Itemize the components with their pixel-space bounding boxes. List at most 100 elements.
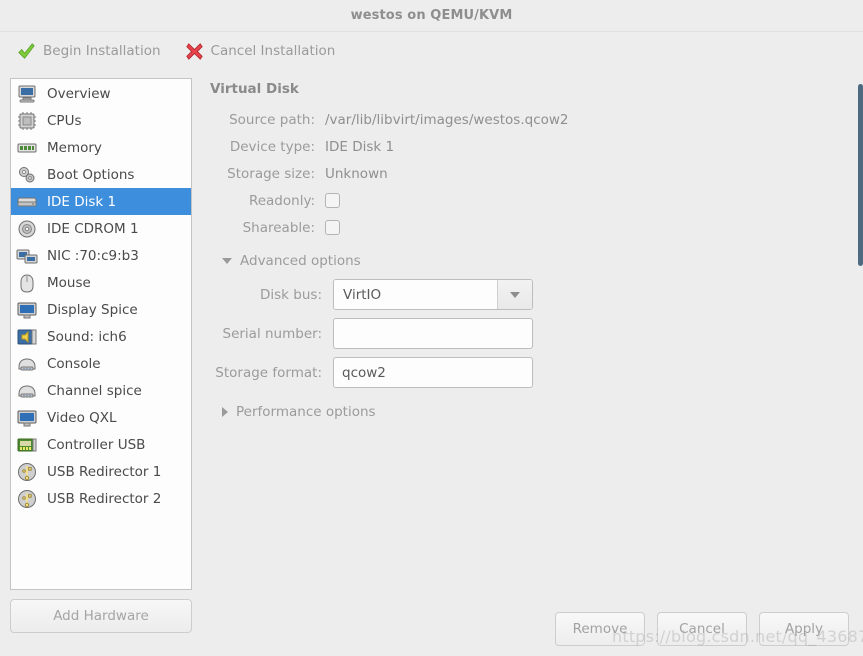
- usb-icon: [18, 489, 36, 508]
- remove-button[interactable]: Remove: [555, 612, 645, 646]
- source-path-value: /var/lib/libvirt/images/westos.qcow2: [325, 111, 569, 128]
- performance-options-expander[interactable]: Performance options: [222, 404, 851, 420]
- storage-size-label: Storage size:: [227, 165, 315, 182]
- sidebar-item-label: NIC :70:c9:b3: [47, 247, 139, 264]
- vertical-scrollbar[interactable]: [858, 84, 863, 488]
- field-row-shareable: Shareable:: [210, 218, 851, 237]
- sound-card-icon: [17, 329, 37, 344]
- cdrom-disc-icon: [18, 220, 36, 237]
- sidebar-item-usb-redirector-2[interactable]: USB Redirector 2: [11, 485, 191, 512]
- sidebar-item-sound-ich6[interactable]: Sound: ich6: [11, 323, 191, 350]
- dialog-buttons: Remove Cancel Apply: [555, 612, 849, 646]
- console-icon: [18, 357, 36, 370]
- sidebar-item-boot-options[interactable]: Boot Options: [11, 161, 191, 188]
- shareable-label: Shareable:: [242, 219, 315, 236]
- performance-options-label: Performance options: [236, 404, 376, 420]
- adv-row-serial-number: Serial number:: [210, 318, 851, 349]
- channel-icon: [18, 384, 36, 397]
- scrollbar-thumb[interactable]: [858, 84, 863, 266]
- disk-bus-value: VirtIO: [334, 280, 497, 309]
- remove-label: Remove: [572, 621, 628, 637]
- monitor-icon: [17, 302, 37, 318]
- begin-installation-button[interactable]: Begin Installation: [14, 40, 164, 63]
- harddisk-icon: [17, 197, 37, 206]
- window-titlebar: westos on QEMU/KVM: [0, 0, 863, 32]
- chevron-down-icon: [222, 258, 232, 264]
- chevron-down-icon: [510, 291, 520, 298]
- usb-icon: [18, 462, 36, 481]
- sidebar-item-label: Video QXL: [47, 409, 117, 426]
- sidebar-item-memory[interactable]: Memory: [11, 134, 191, 161]
- sidebar-item-label: Display Spice: [47, 301, 138, 318]
- video-monitor-icon: [17, 410, 37, 426]
- mouse-icon: [20, 273, 34, 293]
- sidebar: Overview CPUs Memory Boot Options IDE Disk 1…: [10, 78, 192, 638]
- advanced-options-label: Advanced options: [240, 253, 361, 269]
- sidebar-item-label: Sound: ich6: [47, 328, 127, 345]
- cpu-chip-icon: [18, 111, 36, 130]
- chevron-right-icon: [222, 407, 228, 417]
- memory-ram-icon: [17, 143, 37, 152]
- serial-number-label: Serial number:: [222, 325, 323, 342]
- add-hardware-button[interactable]: Add Hardware: [10, 599, 192, 633]
- hardware-list[interactable]: Overview CPUs Memory Boot Options IDE Disk 1…: [10, 78, 192, 590]
- disk-bus-label: Disk bus:: [260, 286, 322, 303]
- sidebar-item-mouse[interactable]: Mouse: [11, 269, 191, 296]
- serial-number-input[interactable]: [333, 318, 533, 349]
- computer-icon: [18, 85, 36, 102]
- cancel-installation-button[interactable]: Cancel Installation: [182, 40, 339, 63]
- controller-card-icon: [17, 438, 37, 451]
- sidebar-item-label: Boot Options: [47, 166, 135, 183]
- sidebar-item-label: Mouse: [47, 274, 91, 291]
- panel-title: Virtual Disk: [210, 81, 299, 97]
- storage-size-value: Unknown: [325, 165, 388, 182]
- field-row-device-type: Device type: IDE Disk 1: [210, 137, 851, 156]
- virtual-disk-panel: Virtual Disk Source path: /var/lib/libvi…: [192, 78, 851, 638]
- window-title: westos on QEMU/KVM: [350, 8, 513, 23]
- sidebar-item-console[interactable]: Console: [11, 350, 191, 377]
- sidebar-item-usb-redirector-1[interactable]: USB Redirector 1: [11, 458, 191, 485]
- x-icon: [185, 42, 203, 60]
- storage-format-input[interactable]: [333, 357, 533, 388]
- check-icon: [18, 42, 35, 59]
- sidebar-item-label: Channel spice: [47, 382, 142, 399]
- readonly-checkbox[interactable]: [325, 193, 340, 208]
- sidebar-item-label: Memory: [47, 139, 102, 156]
- gears-icon: [19, 166, 35, 182]
- sidebar-item-channel-spice[interactable]: Channel spice: [11, 377, 191, 404]
- disk-bus-select[interactable]: VirtIO: [333, 279, 533, 310]
- begin-installation-label: Begin Installation: [43, 43, 161, 59]
- sidebar-item-label: Controller USB: [47, 436, 146, 453]
- sidebar-item-overview[interactable]: Overview: [11, 80, 191, 107]
- readonly-label: Readonly:: [248, 192, 315, 209]
- apply-button[interactable]: Apply: [759, 612, 849, 646]
- disk-bus-dropdown-button[interactable]: [497, 280, 532, 309]
- add-hardware-label: Add Hardware: [53, 608, 149, 624]
- main-content: Overview CPUs Memory Boot Options IDE Disk 1…: [0, 70, 863, 638]
- device-type-label: Device type:: [229, 138, 315, 155]
- apply-label: Apply: [784, 621, 824, 637]
- storage-format-label: Storage format:: [215, 364, 322, 381]
- sidebar-item-ide-disk-1[interactable]: IDE Disk 1: [11, 188, 191, 215]
- sidebar-item-display-spice[interactable]: Display Spice: [11, 296, 191, 323]
- toolbar: Begin Installation Cancel Installation: [0, 32, 863, 70]
- sidebar-item-ide-cdrom-1[interactable]: IDE CDROM 1: [11, 215, 191, 242]
- sidebar-item-nic-70-c9-b3[interactable]: NIC :70:c9:b3: [11, 242, 191, 269]
- sidebar-item-label: Console: [47, 355, 101, 372]
- network-card-icon: [16, 249, 38, 263]
- cancel-label: Cancel: [679, 621, 725, 637]
- device-type-value: IDE Disk 1: [325, 138, 395, 155]
- sidebar-item-label: USB Redirector 2: [47, 490, 162, 507]
- cancel-button[interactable]: Cancel: [657, 612, 747, 646]
- adv-row-disk-bus: Disk bus: VirtIO: [210, 279, 851, 310]
- source-path-label: Source path:: [229, 111, 315, 128]
- sidebar-item-label: CPUs: [47, 112, 82, 129]
- advanced-options-expander[interactable]: Advanced options: [222, 253, 851, 269]
- field-row-readonly: Readonly:: [210, 191, 851, 210]
- sidebar-item-controller-usb[interactable]: Controller USB: [11, 431, 191, 458]
- sidebar-item-cpus[interactable]: CPUs: [11, 107, 191, 134]
- sidebar-item-label: Overview: [47, 85, 111, 102]
- sidebar-item-video-qxl[interactable]: Video QXL: [11, 404, 191, 431]
- shareable-checkbox[interactable]: [325, 220, 340, 235]
- sidebar-item-label: IDE CDROM 1: [47, 220, 139, 237]
